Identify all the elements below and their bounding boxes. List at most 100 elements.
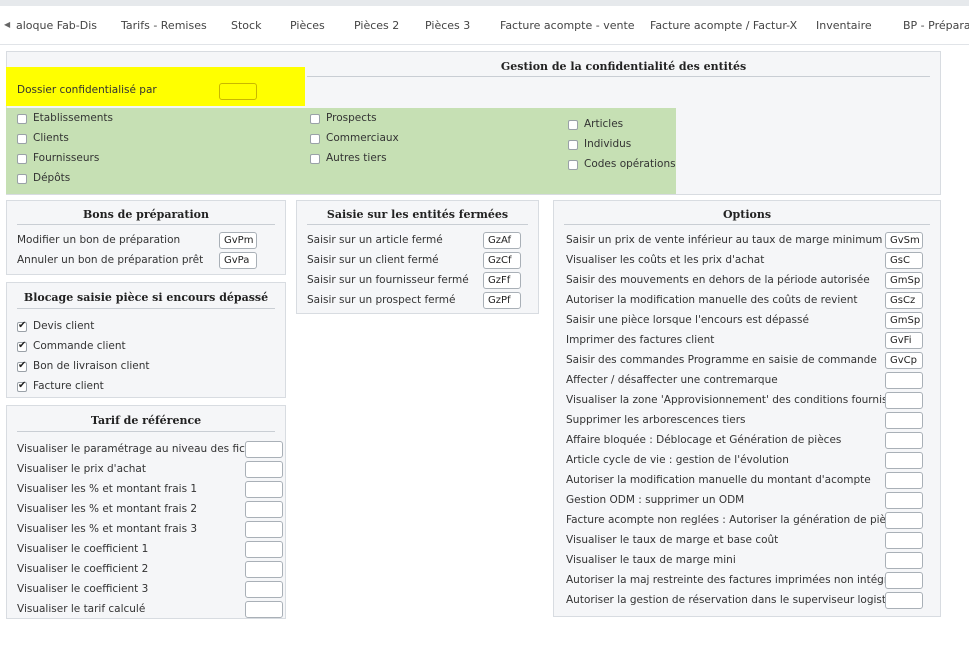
checkbox-individus[interactable] (568, 140, 578, 150)
checkbox-devis-client[interactable] (17, 320, 27, 332)
title-separator (307, 224, 528, 225)
checkbox-label: Articles (584, 118, 624, 130)
tab-inventaire[interactable]: Inventaire (816, 19, 872, 32)
code-field[interactable]: GzFf (483, 272, 521, 289)
checkbox-clients[interactable] (17, 134, 27, 144)
checkbox-label: Fournisseurs (33, 152, 100, 164)
checkbox-label: Codes opérations (584, 158, 676, 170)
code-field[interactable] (245, 561, 283, 578)
code-field[interactable]: GvPa (219, 252, 257, 269)
code-field[interactable] (885, 452, 923, 469)
code-field[interactable] (245, 481, 283, 498)
row-label: Visualiser le coefficient 3 (17, 583, 149, 595)
checkbox-label: Etablissements (33, 112, 114, 124)
code-field[interactable]: GvSm (885, 232, 923, 249)
checkbox-label: Individus (584, 138, 632, 150)
code-field[interactable] (245, 501, 283, 518)
bons-title: Bons de préparation (83, 208, 209, 221)
tab-catalogue-fab-dis[interactable]: aloque Fab-Dis (16, 19, 97, 32)
row-label: Visualiser le tarif calculé (17, 603, 146, 615)
checkbox-autres-tiers[interactable] (310, 154, 320, 164)
tarif-reference-panel: Tarif de référence Visualiser le paramét… (6, 405, 286, 619)
checkbox-commerciaux[interactable] (310, 134, 320, 144)
row-label: Visualiser le coefficient 2 (17, 563, 149, 575)
code-field[interactable]: GsC (885, 252, 923, 269)
checkbox-commande-client[interactable] (17, 340, 27, 352)
code-field[interactable]: GmSp (885, 272, 923, 289)
code-field[interactable] (885, 512, 923, 529)
row-label: Supprimer les arborescences tiers (566, 414, 746, 426)
row-label: Article cycle de vie : gestion de l'évol… (566, 454, 789, 466)
checkbox-label: Commerciaux (326, 132, 399, 144)
code-field[interactable]: GvCp (885, 352, 923, 369)
checkbox-facture-client[interactable] (17, 380, 27, 392)
checkbox-prospects[interactable] (310, 114, 320, 124)
code-field[interactable] (885, 532, 923, 549)
row-label: Autoriser la modification manuelle du mo… (566, 474, 871, 486)
checkbox-codes-operations[interactable] (568, 160, 578, 170)
checkbox-articles[interactable] (568, 120, 578, 130)
tab-facture-acompte-factur-x[interactable]: Facture acompte / Factur-X (650, 19, 797, 32)
tab-pieces-3[interactable]: Pièces 3 (425, 19, 470, 32)
tab-pieces[interactable]: Pièces (290, 19, 325, 32)
checkbox-label: Devis client (33, 320, 95, 332)
code-field[interactable] (885, 432, 923, 449)
code-field[interactable] (245, 461, 283, 478)
checkbox-label: Clients (33, 132, 69, 144)
scroll-left-icon[interactable]: ◀ (4, 20, 10, 29)
code-field[interactable] (885, 592, 923, 609)
code-field[interactable] (245, 601, 283, 618)
row-label: Saisir des mouvements en dehors de la pé… (566, 274, 870, 286)
dossier-label: Dossier confidentialisé par (17, 84, 157, 96)
code-field[interactable] (245, 581, 283, 598)
tab-bp-preparation[interactable]: BP - Préparatio (903, 19, 969, 32)
code-field[interactable]: GvFi (885, 332, 923, 349)
row-label: Visualiser la zone 'Approvisionnement' d… (566, 394, 911, 406)
row-label: Saisir une pièce lorsque l'encours est d… (566, 314, 809, 326)
code-field[interactable] (245, 521, 283, 538)
checkbox-depots[interactable] (17, 174, 27, 184)
checkbox-label: Autres tiers (326, 152, 387, 164)
code-field[interactable] (885, 572, 923, 589)
row-label: Saisir des commandes Programme en saisie… (566, 354, 877, 366)
code-field[interactable] (245, 441, 283, 458)
row-label: Affecter / désaffecter une contremarque (566, 374, 778, 386)
tab-bar: ◀ aloque Fab-Dis Tarifs - Remises Stock … (0, 6, 969, 45)
code-field[interactable] (885, 412, 923, 429)
code-field[interactable] (885, 392, 923, 409)
blocage-title: Blocage saisie pièce si encours dépassé (23, 291, 269, 304)
row-label: Visualiser le paramétrage au niveau des … (17, 443, 264, 455)
checkbox-fournisseurs[interactable] (17, 154, 27, 164)
tarif-title: Tarif de référence (90, 414, 202, 427)
tab-stock[interactable]: Stock (231, 19, 261, 32)
code-field[interactable] (885, 552, 923, 569)
row-label: Autoriser la gestion de réservation dans… (566, 594, 909, 606)
code-field[interactable] (245, 541, 283, 558)
title-separator (307, 76, 930, 77)
dossier-field[interactable] (219, 83, 257, 100)
code-field[interactable]: GvPm (219, 232, 257, 249)
tab-tarifs-remises[interactable]: Tarifs - Remises (121, 19, 207, 32)
checkbox-bon-livraison-client[interactable] (17, 360, 27, 372)
row-label: Autoriser la maj restreinte des factures… (566, 574, 907, 586)
code-field[interactable]: GzAf (483, 232, 521, 249)
code-field[interactable] (885, 472, 923, 489)
tab-facture-acompte-vente[interactable]: Facture acompte - vente (500, 19, 635, 32)
code-field[interactable]: GsCz (885, 292, 923, 309)
code-field[interactable]: GzCf (483, 252, 521, 269)
checkbox-etablissements[interactable] (17, 114, 27, 124)
confidentialite-title: Gestion de la confidentialité des entité… (500, 60, 747, 73)
options-title: Options (722, 208, 772, 221)
row-label: Imprimer des factures client (566, 334, 715, 346)
title-separator (17, 431, 275, 432)
code-field[interactable] (885, 372, 923, 389)
code-field[interactable]: GzPf (483, 292, 521, 309)
code-field[interactable]: GmSp (885, 312, 923, 329)
checkbox-label: Facture client (33, 380, 104, 392)
checkbox-label: Prospects (326, 112, 377, 124)
row-label: Visualiser le prix d'achat (17, 463, 146, 475)
tab-pieces-2[interactable]: Pièces 2 (354, 19, 399, 32)
row-label: Saisir sur un fournisseur fermé (307, 274, 469, 286)
code-field[interactable] (885, 492, 923, 509)
row-label: Modifier un bon de préparation (17, 234, 181, 246)
